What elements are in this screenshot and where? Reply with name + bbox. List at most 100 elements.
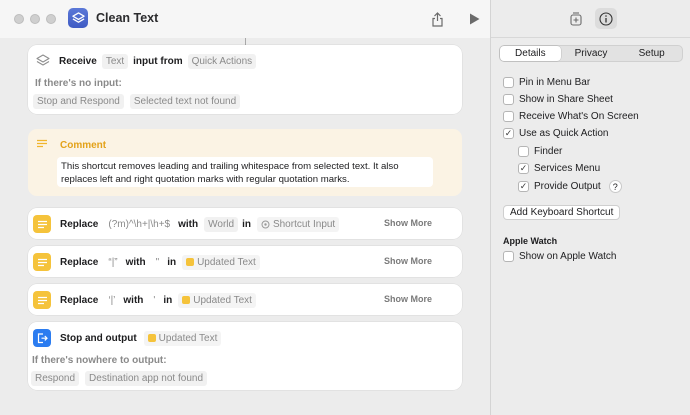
input-type-token[interactable]: Text	[101, 53, 129, 69]
replace-action-card-3[interactable]: Replace ‘|’ with ' in Updated Text Show …	[28, 284, 462, 315]
in-label: in	[163, 294, 173, 306]
checkmark-icon[interactable]: ✓	[518, 181, 529, 192]
find-pattern-token[interactable]: ‘|’	[104, 292, 120, 308]
sidebar-tabs: Details Privacy Setup	[499, 45, 683, 62]
with-label: with	[125, 256, 146, 268]
text-variable-icon	[147, 334, 156, 342]
no-input-action-token[interactable]: Stop and Respond	[33, 94, 124, 109]
provide-output-option[interactable]: ✓ Provide Output ?	[518, 180, 622, 193]
comment-card[interactable]: Comment This shortcut removes leading an…	[28, 129, 462, 196]
checkmark-icon[interactable]: ✓	[503, 128, 514, 139]
updated-text-variable[interactable]: Updated Text	[178, 292, 256, 308]
variable-name: Updated Text	[193, 294, 252, 306]
close-window-button[interactable]	[14, 14, 24, 24]
comment-lines-icon	[36, 139, 50, 151]
input-from-label: input from	[133, 55, 183, 67]
with-label: with	[123, 294, 144, 306]
text-variable-icon	[182, 296, 191, 304]
help-icon[interactable]: ?	[608, 180, 622, 193]
replace-action-card-2[interactable]: Replace “|” with " in Updated Text Show …	[28, 246, 462, 277]
text-lines-icon	[33, 291, 51, 309]
share-icon[interactable]	[428, 10, 446, 28]
show-more-button[interactable]: Show More	[384, 256, 432, 266]
shortcuts-layers-icon	[68, 8, 88, 28]
play-icon[interactable]	[465, 10, 483, 28]
add-action-icon[interactable]	[567, 10, 585, 28]
variable-name: Updated Text	[158, 332, 218, 344]
receive-on-screen-option[interactable]: Receive What's On Screen	[503, 111, 639, 122]
title-bar: Clean Text	[0, 0, 490, 38]
replacement-token[interactable]: World	[204, 216, 239, 232]
in-label: in	[242, 218, 251, 230]
updated-text-variable[interactable]: Updated Text	[143, 330, 222, 346]
text-lines-icon	[33, 253, 51, 271]
replace-label: Replace	[60, 294, 99, 306]
with-label: with	[178, 218, 199, 230]
show-on-apple-watch-option[interactable]: Show on Apple Watch	[503, 251, 616, 262]
flow-connector	[245, 38, 246, 45]
stop-output-label: Stop and output	[60, 332, 137, 344]
tab-setup[interactable]: Setup	[621, 46, 682, 61]
tab-details[interactable]: Details	[500, 46, 561, 61]
info-icon[interactable]	[595, 8, 617, 29]
option-label: Receive What's On Screen	[519, 111, 639, 122]
find-pattern-token[interactable]: “|”	[104, 254, 122, 270]
shortcut-editor-window: Clean Text Receive Text input from Quick…	[0, 0, 690, 415]
variable-name: Shortcut Input	[272, 218, 336, 230]
replace-label: Replace	[60, 256, 99, 268]
replacement-token[interactable]: "	[151, 254, 164, 270]
find-pattern-token[interactable]: (?m)^\h+|\h+$	[104, 216, 175, 232]
replace-label: Replace	[60, 218, 99, 230]
show-more-button[interactable]: Show More	[384, 294, 432, 304]
exit-arrow-icon	[33, 329, 51, 347]
minimize-window-button[interactable]	[30, 14, 40, 24]
option-label: Provide Output	[534, 181, 601, 192]
show-more-button[interactable]: Show More	[384, 218, 432, 228]
receive-label: Receive	[59, 55, 97, 67]
option-label: Show on Apple Watch	[519, 251, 617, 262]
details-sidebar: Details Privacy Setup Pin in Menu Bar Sh…	[490, 0, 690, 415]
stop-output-action-card[interactable]: Stop and output Updated Text If there's …	[28, 322, 462, 390]
no-input-message-token[interactable]: Selected text not found	[129, 94, 241, 109]
pin-menu-bar-option[interactable]: Pin in Menu Bar	[503, 77, 590, 88]
option-label: Services Menu	[534, 163, 601, 174]
checkbox[interactable]	[503, 251, 514, 262]
variable-name: Updated Text	[197, 256, 256, 268]
layers-icon	[35, 53, 51, 69]
add-keyboard-shortcut-button[interactable]: Add Keyboard Shortcut	[503, 205, 621, 220]
show-share-sheet-option[interactable]: Show in Share Sheet	[503, 94, 613, 105]
text-lines-icon	[33, 215, 51, 233]
tab-privacy[interactable]: Privacy	[561, 46, 622, 61]
input-source-token[interactable]: Quick Actions	[187, 53, 257, 69]
checkbox[interactable]	[518, 146, 529, 157]
replacement-token[interactable]: '	[149, 292, 160, 308]
checkbox[interactable]	[503, 94, 514, 105]
apple-watch-heading: Apple Watch	[503, 236, 558, 246]
option-label: Finder	[534, 146, 563, 157]
quick-action-option[interactable]: ✓ Use as Quick Action	[503, 128, 608, 139]
text-variable-icon	[186, 258, 195, 266]
comment-title: Comment	[60, 139, 107, 151]
option-label: Pin in Menu Bar	[519, 77, 591, 88]
services-menu-option[interactable]: ✓ Services Menu	[518, 163, 600, 174]
option-label: Show in Share Sheet	[519, 94, 613, 105]
sidebar-toolbar	[491, 0, 690, 38]
nowhere-message-token[interactable]: Destination app not found	[85, 371, 208, 386]
in-label: in	[167, 256, 177, 268]
nowhere-action-token[interactable]: Respond	[31, 371, 80, 386]
option-label: Use as Quick Action	[519, 128, 609, 139]
receive-action-card[interactable]: Receive Text input from Quick Actions If…	[28, 45, 462, 114]
action-canvas: Receive Text input from Quick Actions If…	[0, 38, 490, 415]
checkbox[interactable]	[503, 111, 514, 122]
comment-text-field[interactable]: This shortcut removes leading and traili…	[57, 157, 433, 187]
zoom-window-button[interactable]	[46, 14, 56, 24]
updated-text-variable[interactable]: Updated Text	[182, 254, 260, 270]
finder-option[interactable]: Finder	[518, 146, 562, 157]
checkbox[interactable]	[503, 77, 514, 88]
replace-action-card-1[interactable]: Replace (?m)^\h+|\h+$ with World in Shor…	[28, 208, 462, 239]
shortcut-input-variable[interactable]: Shortcut Input	[256, 216, 340, 232]
checkmark-icon[interactable]: ✓	[518, 163, 529, 174]
window-title[interactable]: Clean Text	[96, 11, 158, 25]
gear-icon	[261, 220, 270, 229]
no-input-label: If there's no input:	[35, 78, 122, 89]
